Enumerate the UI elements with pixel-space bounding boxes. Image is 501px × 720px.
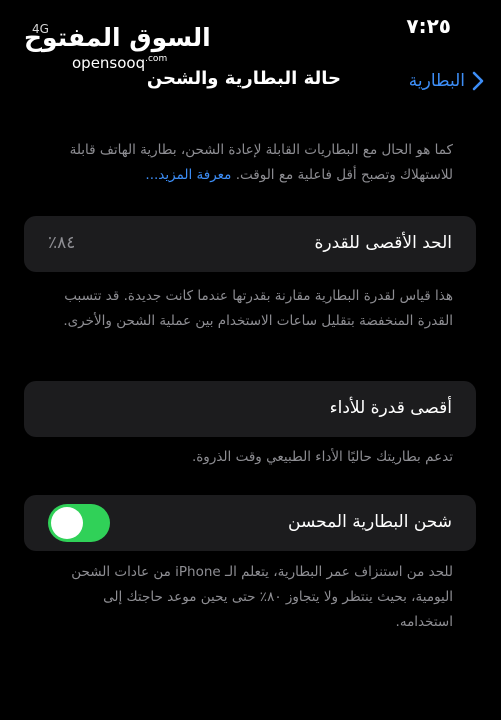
back-button[interactable]: البطارية (409, 66, 485, 96)
chevron-right-icon (472, 71, 484, 91)
intro-description: كما هو الحال مع البطاريات القابلة لإعادة… (43, 138, 453, 188)
intro-text: كما هو الحال مع البطاريات القابلة لإعادة… (69, 142, 453, 183)
max-capacity-description: هذا قياس لقدرة البطارية مقارنة بقدرتها ع… (63, 288, 453, 329)
navigation-bar: البطارية حالة البطارية والشحن (0, 60, 501, 104)
max-capacity-value: ٨٤٪ (48, 233, 76, 253)
optimized-charging-description: للحد من استنزاف عمر البطارية، يتعلم الـ … (71, 564, 453, 630)
back-button-label: البطارية (408, 71, 465, 91)
optimized-charging-toggle[interactable] (48, 504, 110, 542)
optimized-charging-row: شحن البطارية المحسن (24, 495, 476, 551)
max-capacity-label: الحد الأقصى للقدرة (314, 233, 452, 253)
watermark-arabic: السوق المفتوح (24, 23, 211, 52)
toggle-knob (51, 507, 83, 539)
peak-performance-row: أقصى قدرة للأداء (24, 381, 476, 437)
status-time: ٧:٢٥ (406, 14, 451, 38)
peak-performance-description: تدعم بطاريتك حاليًا الأداء الطبيعي وقت ا… (191, 449, 453, 465)
learn-more-link[interactable]: معرفة المزيد... (145, 167, 231, 183)
page-title: حالة البطارية والشحن (146, 68, 341, 89)
max-capacity-row: الحد الأقصى للقدرة ٨٤٪ (24, 216, 476, 272)
peak-performance-label: أقصى قدرة للأداء (329, 398, 452, 418)
optimized-charging-label: شحن البطارية المحسن (288, 512, 452, 532)
